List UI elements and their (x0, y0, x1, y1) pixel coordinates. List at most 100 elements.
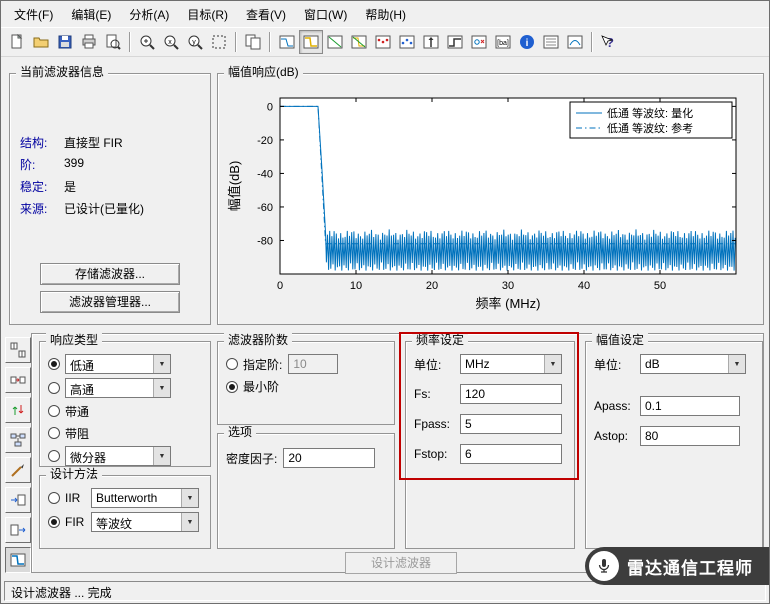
pole-zero-editor-icon[interactable] (5, 457, 31, 483)
fpass-input[interactable] (460, 414, 562, 434)
svg-text:50: 50 (654, 280, 666, 292)
menu-window[interactable]: 窗口(W) (295, 2, 356, 27)
side-toolbar (5, 337, 33, 573)
lowpass-combo[interactable]: 低通 ▼ (65, 354, 171, 374)
group-delay-icon[interactable] (371, 30, 395, 54)
fdatool-window: 文件(F) 编辑(E) 分析(A) 目标(R) 查看(V) 窗口(W) 帮助(H… (0, 0, 770, 604)
panel-title: 设计方法 (46, 467, 103, 482)
svg-text:频率 (MHz): 频率 (MHz) (476, 296, 541, 311)
realize-model-icon[interactable] (5, 427, 31, 453)
mag-unit-combo[interactable]: dB ▼ (640, 354, 746, 374)
filter-order-panel: 滤波器阶数 指定阶: 最小阶 (217, 333, 395, 425)
store-filter-button[interactable]: 存储滤波器... (40, 263, 180, 285)
multirate-converter-icon[interactable] (5, 397, 31, 423)
watermark-badge: 雷达通信工程师 (585, 547, 769, 585)
fstop-row: Fstop: (414, 444, 566, 464)
menu-view[interactable]: 查看(V) (237, 2, 295, 27)
open-icon[interactable] (29, 30, 53, 54)
specify-order-radio[interactable] (226, 358, 238, 370)
round-mode-icon[interactable] (563, 30, 587, 54)
fstop-input[interactable] (460, 444, 562, 464)
export-filter-icon[interactable] (5, 517, 31, 543)
fir-method-combo[interactable]: 等波纹 ▼ (91, 512, 199, 532)
tile-icon[interactable] (241, 30, 265, 54)
filter-info-icon[interactable]: i (515, 30, 539, 54)
toolbar-separator (235, 32, 237, 52)
info-order: 阶: 399 (20, 156, 85, 172)
info-structure: 结构: 直接型 FIR (20, 136, 123, 150)
chevron-down-icon: ▼ (181, 513, 198, 531)
svg-text:0: 0 (277, 280, 283, 292)
new-icon[interactable] (5, 30, 29, 54)
svg-text:[ba]: [ba] (497, 40, 509, 47)
magnitude-phase-icon[interactable] (347, 30, 371, 54)
freq-unit-combo[interactable]: MHz ▼ (460, 354, 562, 374)
coefficients-icon[interactable]: [ba] (491, 30, 515, 54)
set-quantization-icon[interactable] (5, 337, 31, 363)
magnitude-response-plot: 0 10 20 30 40 50 0 -20 -40 -60 -80 频率 (MHz) 幅值(dB) 低通… (224, 82, 757, 325)
svg-text:低通 等波纹: 量化: 低通 等波纹: 量化 (607, 106, 693, 120)
bandstop-radio[interactable] (48, 427, 60, 439)
fs-input[interactable] (460, 384, 562, 404)
step-response-icon[interactable] (443, 30, 467, 54)
transform-filter-icon[interactable] (5, 367, 31, 393)
zoom-in-icon[interactable] (135, 30, 159, 54)
zoom-x-icon[interactable]: x (159, 30, 183, 54)
panel-title: 滤波器阶数 (224, 333, 293, 348)
lowpass-radio[interactable] (48, 358, 60, 370)
filter-manager-button[interactable]: 滤波器管理器... (40, 291, 180, 313)
differentiator-radio[interactable] (48, 450, 60, 462)
magnitude-specs-icon[interactable] (539, 30, 563, 54)
design-filter-button[interactable]: 设计滤波器 (345, 552, 457, 574)
specify-order-input[interactable] (288, 354, 339, 374)
menu-help[interactable]: 帮助(H) (356, 2, 415, 27)
option-fir: FIR 等波纹 ▼ (48, 512, 202, 532)
fpass-row: Fpass: (414, 414, 566, 434)
differentiator-combo[interactable]: 微分器 ▼ (65, 446, 171, 466)
options-panel: 选项 密度因子: (217, 425, 395, 549)
iir-radio[interactable] (48, 492, 60, 504)
svg-text:10: 10 (350, 280, 362, 292)
pole-zero-icon[interactable] (467, 30, 491, 54)
apass-input[interactable] (640, 396, 740, 416)
phase-delay-icon[interactable] (395, 30, 419, 54)
svg-text:-40: -40 (257, 168, 273, 180)
design-filter-icon[interactable] (5, 547, 31, 573)
svg-text:低通 等波纹: 参考: 低通 等波纹: 参考 (607, 121, 693, 135)
print-icon[interactable] (77, 30, 101, 54)
magnitude-response-icon[interactable] (299, 30, 323, 54)
help-icon[interactable]: ? (597, 30, 621, 54)
fir-radio[interactable] (48, 516, 60, 528)
zoom-y-icon[interactable]: y (183, 30, 207, 54)
menu-file[interactable]: 文件(F) (5, 2, 62, 27)
menu-edit[interactable]: 编辑(E) (62, 2, 120, 27)
option-bandstop: 带阻 (48, 424, 202, 442)
minimum-order-radio[interactable] (226, 380, 238, 393)
option-bandpass: 带通 (48, 402, 202, 420)
magnitude-specs-panel: 幅值设定 单位: dB▼ Apass: Astop: (585, 333, 763, 549)
save-icon[interactable] (53, 30, 77, 54)
freq-unit-row: 单位: MHz ▼ (414, 354, 566, 374)
option-differentiator: 微分器 ▼ (48, 446, 202, 466)
import-filter-icon[interactable] (5, 487, 31, 513)
full-view-icon[interactable] (207, 30, 231, 54)
fs-row: Fs: (414, 384, 566, 404)
toolbar-separator (129, 32, 131, 52)
iir-method-combo[interactable]: Butterworth ▼ (91, 488, 199, 508)
design-method-panel: 设计方法 IIR Butterworth ▼ FIR 等波纹 ▼ (39, 467, 211, 549)
impulse-response-icon[interactable] (419, 30, 443, 54)
highpass-radio[interactable] (48, 382, 60, 394)
menu-analysis[interactable]: 分析(A) (120, 2, 178, 27)
filter-specs-icon[interactable] (275, 30, 299, 54)
menu-targets[interactable]: 目标(R) (178, 2, 237, 27)
density-factor-input[interactable] (283, 448, 376, 468)
chevron-down-icon: ▼ (153, 355, 170, 373)
astop-input[interactable] (640, 426, 740, 446)
bandpass-radio[interactable] (48, 405, 60, 417)
phase-response-icon[interactable] (323, 30, 347, 54)
info-stable: 稳定: 是 (20, 180, 77, 194)
print-preview-icon[interactable] (101, 30, 125, 54)
svg-text:x: x (168, 39, 172, 46)
highpass-combo[interactable]: 高通 ▼ (65, 378, 171, 398)
svg-text:20: 20 (426, 280, 438, 292)
